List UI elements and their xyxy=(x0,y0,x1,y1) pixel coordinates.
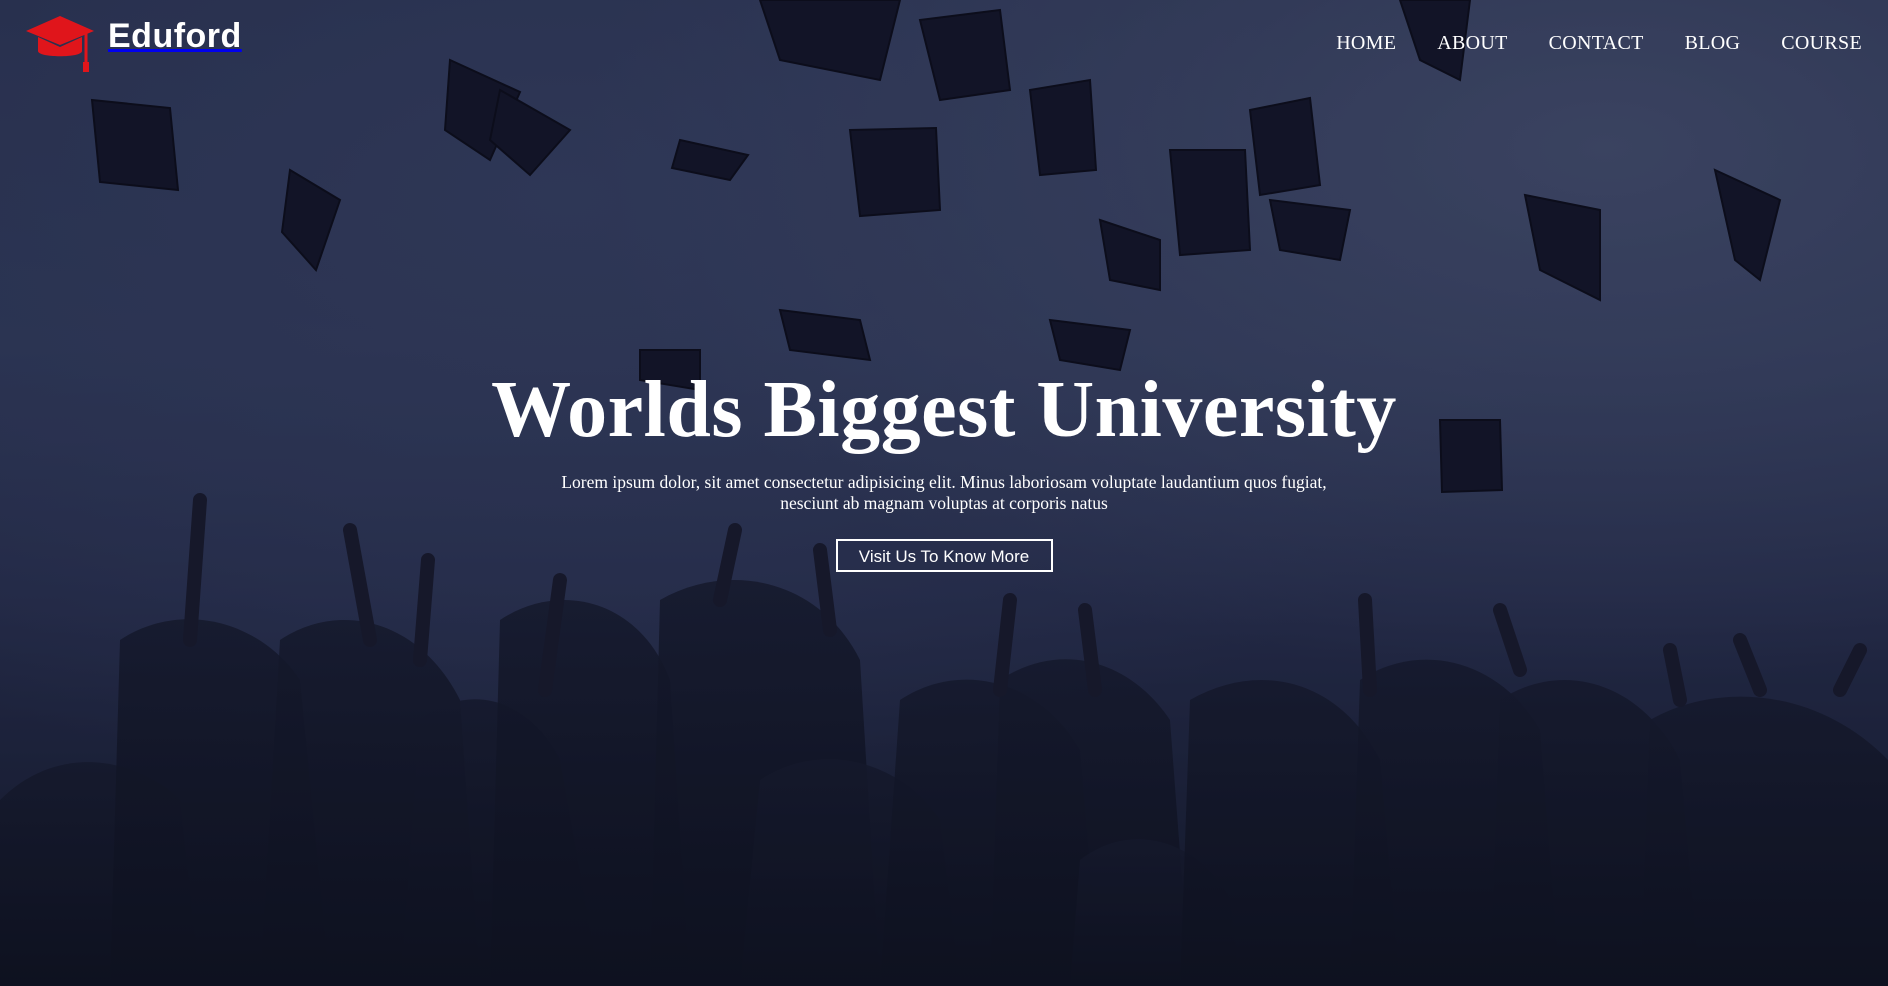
nav-item-home: HOME xyxy=(1336,32,1396,55)
nav-item-about: ABOUT xyxy=(1437,32,1507,55)
nav-link-course[interactable]: COURSE xyxy=(1781,32,1862,54)
nav-link-blog[interactable]: BLOG xyxy=(1685,32,1741,54)
brand-name: Eduford xyxy=(108,16,242,55)
nav-link-about[interactable]: ABOUT xyxy=(1437,32,1507,54)
nav-link-home[interactable]: HOME xyxy=(1336,32,1396,54)
nav-link-contact[interactable]: CONTACT xyxy=(1549,32,1644,54)
brand-logo-link[interactable]: Eduford xyxy=(24,14,242,74)
visit-us-button[interactable]: Visit Us To Know More xyxy=(835,539,1053,572)
hero-content: Worlds Biggest University Lorem ipsum do… xyxy=(0,362,1888,572)
graduation-cap-icon xyxy=(26,16,94,72)
hero-title: Worlds Biggest University xyxy=(491,366,1397,454)
nav-item-course: COURSE xyxy=(1781,32,1862,55)
nav-menu: HOME ABOUT CONTACT BLOG COURSE xyxy=(1336,32,1862,55)
nav-item-contact: CONTACT xyxy=(1549,32,1644,55)
navbar: Eduford HOME ABOUT CONTACT BLOG COURSE xyxy=(0,0,1888,80)
hero-section: Eduford HOME ABOUT CONTACT BLOG COURSE W… xyxy=(0,0,1888,986)
nav-item-blog: BLOG xyxy=(1685,32,1741,55)
hero-description: Lorem ipsum dolor, sit amet consectetur … xyxy=(561,472,1327,513)
